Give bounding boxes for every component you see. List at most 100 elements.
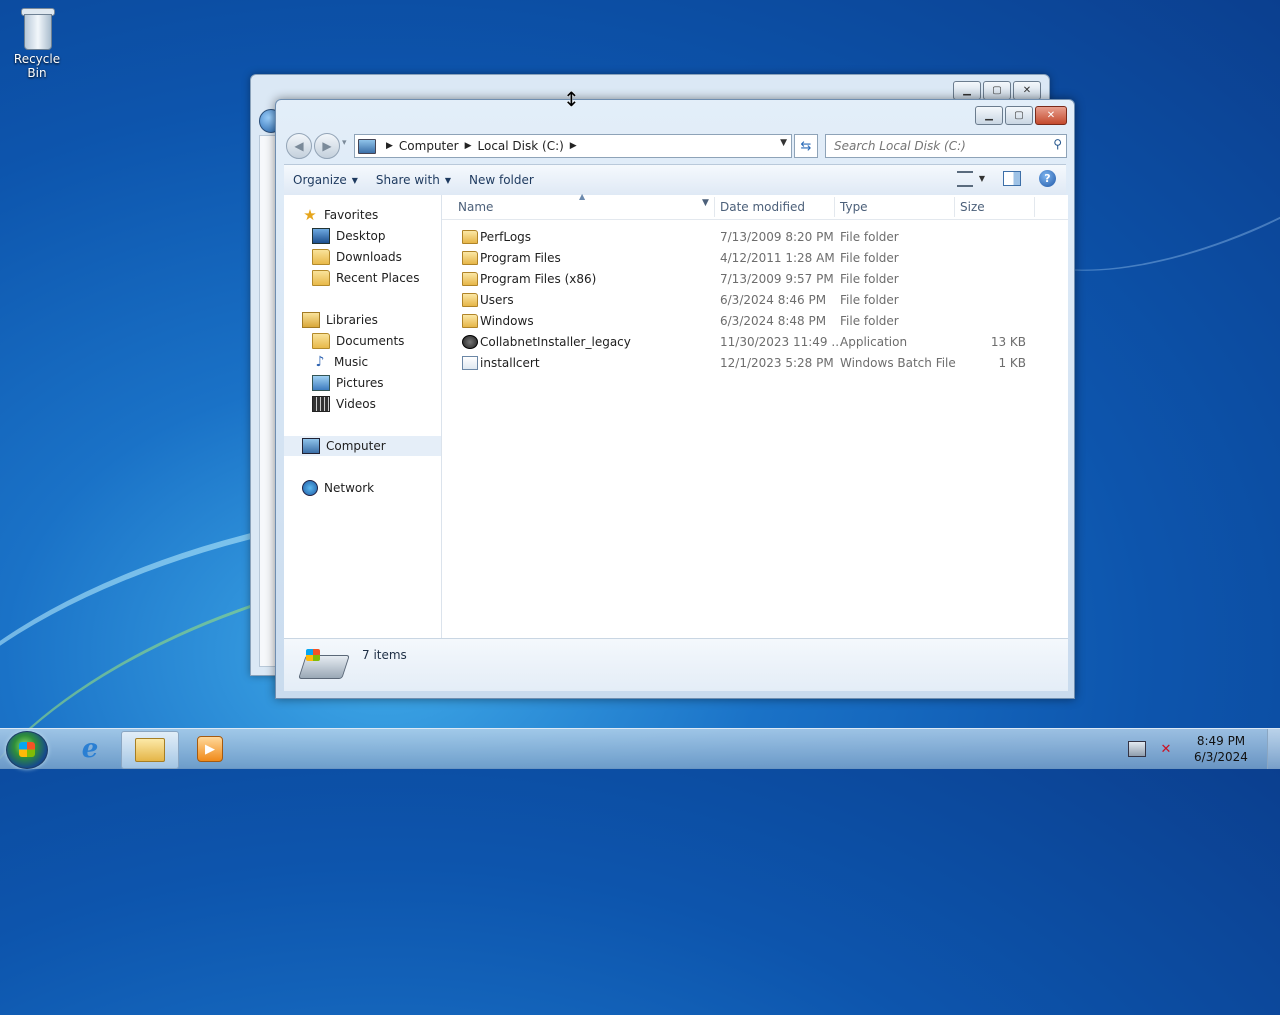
back-arrow-icon: ◀ xyxy=(294,139,304,153)
search-box[interactable]: ⚲ xyxy=(825,134,1067,158)
windows-logo-icon xyxy=(19,742,35,757)
file-date: 7/13/2009 8:20 PM xyxy=(720,230,834,244)
file-name: CollabnetInstaller_legacy xyxy=(480,335,631,349)
forward-button[interactable]: ▶ xyxy=(314,133,340,159)
nav-item-downloads[interactable]: Downloads xyxy=(312,247,402,267)
breadcrumb-chevron-icon[interactable]: ▶ xyxy=(386,141,393,151)
breadcrumb-chevron-icon[interactable]: ▶ xyxy=(570,141,577,151)
table-row[interactable]: Program Files (x86) 7/13/2009 9:57 PM Fi… xyxy=(452,269,1038,289)
taskbar-windows-explorer[interactable] xyxy=(121,731,179,769)
maximize-button[interactable]: ▢ xyxy=(983,81,1011,100)
new-folder-button[interactable]: New folder xyxy=(460,173,543,187)
volume-muted-icon[interactable]: ✕ xyxy=(1158,742,1174,757)
change-view-button[interactable]: ▼ xyxy=(956,170,985,187)
column-divider[interactable] xyxy=(714,197,715,217)
minimize-button[interactable]: ▁ xyxy=(975,106,1003,125)
nav-item-recent-places[interactable]: Recent Places xyxy=(312,268,419,288)
computer-icon xyxy=(358,138,376,154)
file-type: Windows Batch File xyxy=(840,356,956,370)
file-name: PerfLogs xyxy=(480,230,532,244)
nav-item-network[interactable]: Network xyxy=(302,478,374,498)
computer-icon xyxy=(302,438,320,454)
chevron-down-icon[interactable]: ▼ xyxy=(979,174,985,183)
search-icon[interactable]: ⚲ xyxy=(1053,137,1062,151)
close-button[interactable]: ✕ xyxy=(1013,81,1041,100)
clock-date: 6/3/2024 xyxy=(1194,750,1248,764)
column-divider[interactable] xyxy=(954,197,955,217)
breadcrumb-local-disk[interactable]: Local Disk (C:) xyxy=(478,139,564,153)
start-button[interactable] xyxy=(6,731,48,769)
back-button[interactable]: ◀ xyxy=(286,133,312,159)
table-row[interactable]: Program Files 4/12/2011 1:28 AM File fol… xyxy=(452,248,1038,268)
maximize-button[interactable]: ▢ xyxy=(1005,106,1033,125)
recent-pages-dropdown[interactable]: ▾ xyxy=(342,138,347,148)
system-tray: ✕ 8:49 PM 6/3/2024 xyxy=(1128,729,1256,769)
file-size: 1 KB xyxy=(998,356,1026,370)
recent-places-icon xyxy=(312,270,330,286)
resize-cursor-icon: ↕ xyxy=(563,87,580,111)
close-button[interactable]: ✕ xyxy=(1035,106,1067,125)
file-date: 4/12/2011 1:28 AM xyxy=(720,251,835,265)
table-row[interactable]: PerfLogs 7/13/2009 8:20 PM File folder xyxy=(452,227,1038,247)
column-header-type[interactable]: Type xyxy=(840,200,868,214)
nav-item-computer[interactable]: Computer xyxy=(284,436,441,456)
share-with-button[interactable]: Share with ▼ xyxy=(367,173,460,187)
address-dropdown-icon[interactable]: ▼ xyxy=(780,138,787,148)
chevron-down-icon: ▼ xyxy=(444,175,451,185)
folder-icon xyxy=(462,251,478,265)
column-header-date-modified[interactable]: Date modified xyxy=(720,200,805,214)
caption-buttons: ▁ ▢ ✕ xyxy=(953,81,1041,100)
details-pane: 7 items xyxy=(284,638,1068,691)
view-controls: ▼ ? xyxy=(956,170,1056,187)
column-filter-icon[interactable]: ▼ xyxy=(702,198,709,208)
file-date: 6/3/2024 8:46 PM xyxy=(720,293,827,307)
nav-item-libraries[interactable]: Libraries xyxy=(302,310,378,330)
help-icon[interactable]: ? xyxy=(1039,170,1056,187)
preview-pane-icon[interactable] xyxy=(1003,171,1021,186)
file-name: Program Files (x86) xyxy=(480,272,597,286)
file-date: 11/30/2023 11:49 ... xyxy=(720,335,843,349)
nav-item-music[interactable]: ♪ Music xyxy=(312,352,369,372)
taskbar-media-player[interactable]: ▶ xyxy=(182,731,238,767)
taskbar-internet-explorer[interactable]: e xyxy=(62,731,118,767)
table-row[interactable]: Windows 6/3/2024 8:48 PM File folder xyxy=(452,311,1038,331)
desktop-icon-recycle-bin[interactable]: Recycle Bin xyxy=(4,6,70,80)
clock[interactable]: 8:49 PM 6/3/2024 xyxy=(1186,733,1256,765)
column-header-name[interactable]: Name xyxy=(458,200,493,214)
file-type: File folder xyxy=(840,272,899,286)
organize-button[interactable]: Organize ▼ xyxy=(284,173,367,187)
column-divider[interactable] xyxy=(1034,197,1035,217)
table-row[interactable]: CollabnetInstaller_legacy 11/30/2023 11:… xyxy=(452,332,1038,352)
application-icon xyxy=(462,335,478,349)
address-bar[interactable]: ▶ Computer ▶ Local Disk (C:) ▶ ▼ xyxy=(354,134,792,158)
nav-item-documents[interactable]: Documents xyxy=(312,331,404,351)
nav-label: Computer xyxy=(326,439,386,453)
nav-item-pictures[interactable]: Pictures xyxy=(312,373,384,393)
network-icon[interactable] xyxy=(1128,741,1146,757)
breadcrumb-chevron-icon[interactable]: ▶ xyxy=(465,141,472,151)
navigation-pane[interactable]: ★ Favorites Desktop Downloads Recent Pla… xyxy=(284,195,442,638)
minimize-button[interactable]: ▁ xyxy=(953,81,981,100)
refresh-button[interactable]: ⇆ xyxy=(794,134,818,158)
sort-ascending-icon: ▲ xyxy=(579,192,586,201)
command-bar: Organize ▼ Share with ▼ New folder ▼ ? xyxy=(284,164,1066,196)
file-date: 6/3/2024 8:48 PM xyxy=(720,314,827,328)
explorer-window[interactable]: ▁ ▢ ✕ ◀ ▶ ▾ ▶ Computer ▶ Local Disk (C:)… xyxy=(275,99,1075,699)
column-header-size[interactable]: Size xyxy=(960,200,985,214)
folder-icon xyxy=(135,738,165,762)
nav-label: Music xyxy=(334,355,369,369)
breadcrumb-computer[interactable]: Computer xyxy=(399,139,459,153)
table-row[interactable]: Users 6/3/2024 8:46 PM File folder xyxy=(452,290,1038,310)
nav-item-desktop[interactable]: Desktop xyxy=(312,226,386,246)
clock-time: 8:49 PM xyxy=(1196,734,1246,748)
nav-item-favorites[interactable]: ★ Favorites xyxy=(302,205,378,225)
star-icon: ★ xyxy=(303,206,317,224)
music-note-icon: ♪ xyxy=(315,354,325,370)
search-input[interactable] xyxy=(832,136,1036,156)
table-row[interactable]: installcert 12/1/2023 5:28 PM Windows Ba… xyxy=(452,353,1038,373)
file-list[interactable]: ▲ Name ▼ Date modified Type Size PerfLog… xyxy=(442,192,1068,638)
nav-item-videos[interactable]: Videos xyxy=(312,394,376,414)
show-desktop-button[interactable] xyxy=(1267,729,1280,769)
column-divider[interactable] xyxy=(834,197,835,217)
nav-label: Desktop xyxy=(336,229,386,243)
